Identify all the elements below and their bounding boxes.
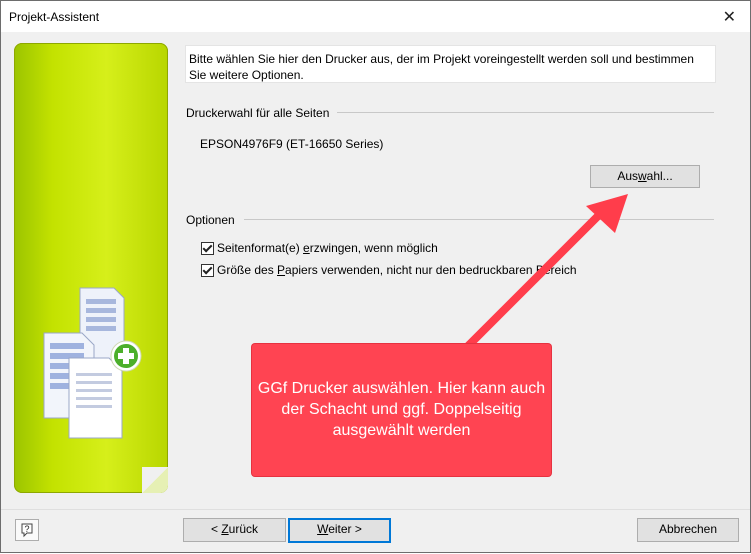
use-paper-size-label[interactable]: Größe des Papiers verwenden, nicht nur d…: [217, 263, 577, 277]
wizard-side-panel: [14, 43, 168, 493]
wizard-window: Projekt-Assistent ✕ Bitte wählen Sie hie…: [0, 0, 751, 553]
printer-group-label: Druckerwahl für alle Seiten: [186, 106, 330, 120]
document-add-icon: [43, 287, 142, 439]
help-button[interactable]: ?: [15, 519, 39, 541]
group-divider: [244, 219, 714, 220]
enforce-page-format-label[interactable]: Seitenformat(e) erzwingen, wenn möglich: [217, 241, 438, 255]
next-button[interactable]: Weiter >: [288, 518, 391, 543]
options-group-label: Optionen: [186, 213, 235, 227]
back-label-b: urück: [228, 522, 259, 536]
close-icon[interactable]: ✕: [723, 7, 736, 27]
option-mnemonic: e: [303, 241, 310, 255]
group-divider: [337, 112, 714, 113]
window-title: Projekt-Assistent: [9, 10, 100, 24]
enforce-page-format-checkbox[interactable]: [201, 242, 214, 255]
cancel-button[interactable]: Abbrechen: [637, 518, 739, 542]
printer-name: EPSON4976F9 (ET-16650 Series): [200, 137, 384, 151]
title-bar: Projekt-Assistent ✕: [1, 1, 750, 32]
select-printer-button[interactable]: Auswahl...: [590, 165, 700, 188]
help-icon: ?: [21, 523, 33, 538]
option-label-a: Größe des: [217, 263, 278, 277]
annotation-callout: GGf Drucker auswählen. Hier kann auch de…: [252, 344, 551, 476]
option-label-b: apiers verwenden, nicht nur den bedruckb…: [285, 263, 577, 277]
help-glyph: ?: [24, 524, 29, 534]
next-mnemonic: W: [317, 522, 329, 536]
option-label-a: Seitenformat(e): [217, 241, 304, 255]
instruction-text: Bitte wählen Sie hier den Drucker aus, d…: [189, 52, 694, 82]
next-label-b: eiter >: [328, 522, 362, 536]
back-button[interactable]: < Zurück: [183, 518, 286, 542]
annotation-text: GGf Drucker auswählen. Hier kann auch de…: [257, 380, 546, 439]
select-button-label-b: ahl...: [646, 169, 673, 183]
use-paper-size-checkbox[interactable]: [201, 264, 214, 277]
select-button-label-a: Aus: [617, 169, 638, 183]
option-label-b: rzwingen, wenn möglich: [309, 241, 438, 255]
footer-divider: [1, 509, 750, 510]
back-mnemonic: Z: [221, 522, 229, 536]
option-mnemonic: P: [277, 263, 286, 277]
select-button-mnemonic: w: [638, 169, 647, 183]
instruction-box: Bitte wählen Sie hier den Drucker aus, d…: [185, 45, 716, 83]
page-curl: [142, 467, 168, 493]
back-label-a: <: [210, 522, 222, 536]
